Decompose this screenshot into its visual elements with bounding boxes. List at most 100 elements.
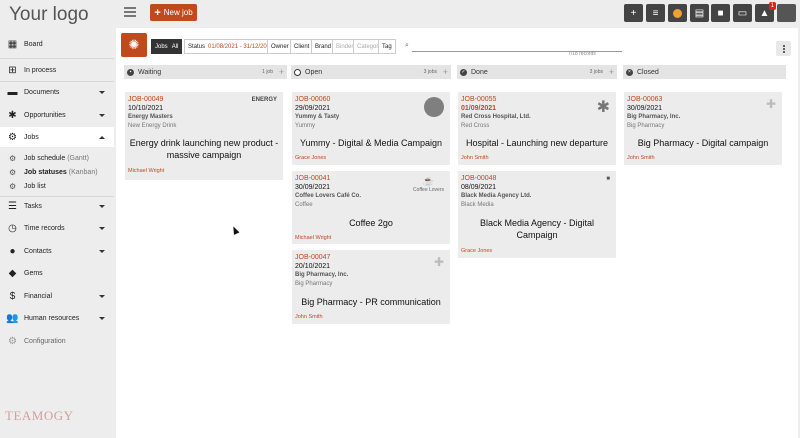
- sidebar-item-label: Time records: [24, 224, 65, 232]
- column-count: 1 job: [262, 69, 273, 75]
- sidebar-subitem-job-list[interactable]: ⚙ Job list: [0, 179, 114, 193]
- user-icon: ●: [9, 245, 16, 257]
- chevron-down-icon: [99, 226, 105, 230]
- chevron-down-icon: [99, 316, 105, 320]
- new-job-button[interactable]: + New job: [150, 4, 197, 21]
- more-menu-button[interactable]: [776, 41, 791, 56]
- filter-status-value: 01/08/2021 - 31/12/2021: [208, 43, 274, 50]
- add-icon[interactable]: +: [279, 67, 284, 77]
- chat-icon[interactable]: ▭: [733, 4, 752, 22]
- sidebar-item-label: Contacts: [24, 247, 52, 255]
- filter-client[interactable]: Client: [290, 39, 314, 54]
- sidebar-item-time-records[interactable]: ◷ Time records: [0, 218, 114, 238]
- search-icon: ⌕: [405, 42, 409, 49]
- job-client: Big Pharmacy, Inc.: [295, 272, 349, 278]
- clock-icon: ◷: [8, 222, 17, 234]
- filter-brand-label: Brand: [315, 43, 332, 50]
- black-media-logo: ■: [606, 176, 610, 182]
- subitem-extra: (Gantt): [67, 154, 90, 162]
- sidebar-item-configuration[interactable]: ⚙ Configuration: [0, 331, 114, 351]
- sidebar-item-label: Gems: [24, 269, 43, 277]
- job-card[interactable]: JOB-00048 08/09/2021 Black Media Agency …: [458, 171, 616, 258]
- chevron-up-icon: [99, 135, 105, 139]
- print-icon[interactable]: ▤: [690, 4, 709, 22]
- column-header-open: Open 3 jobs +: [291, 65, 451, 79]
- filter-status-label: Status: [188, 43, 206, 50]
- chevron-down-icon: [99, 204, 105, 208]
- chevron-down-icon: [99, 294, 105, 298]
- sitemap-icon: ⊞: [8, 64, 17, 76]
- pharmacy-cross-logo: ✚: [433, 255, 444, 269]
- job-client: Coffee Lovers Café Co.: [295, 193, 362, 199]
- job-id[interactable]: JOB-00060: [295, 96, 330, 103]
- cogs-icon: ⚙: [8, 131, 17, 143]
- job-card[interactable]: JOB-00049 10/10/2021 Energy Masters New …: [125, 92, 283, 180]
- sidebar-item-tasks[interactable]: ☰ Tasks: [0, 196, 114, 216]
- job-card[interactable]: JOB-00060 29/09/2021 Yummy & Tasty Yummy…: [292, 92, 450, 165]
- sidebar-item-label: Configuration: [24, 337, 66, 345]
- sidebar-item-contacts[interactable]: ● Contacts: [0, 241, 114, 261]
- client-logo-text: Coffee Lovers: [412, 187, 444, 193]
- top-header: Your logo + New job + ≡ ▤ ■ ▭ ▲ 1: [0, 0, 800, 28]
- job-id[interactable]: JOB-00048: [461, 175, 496, 182]
- sidebar-subitem-job-schedule[interactable]: ⚙ Job schedule (Gantt): [0, 151, 114, 165]
- filter-jobs[interactable]: Jobs All: [151, 39, 183, 54]
- notification-badge: 1: [768, 2, 776, 10]
- cogs-icon[interactable]: ✺: [121, 33, 147, 57]
- teamogy-logo: TEAMOGY: [5, 408, 74, 423]
- hamburger-icon[interactable]: [124, 7, 136, 17]
- job-id[interactable]: JOB-00063: [627, 96, 662, 103]
- job-card[interactable]: JOB-00047 20/10/2021 Big Pharmacy, Inc. …: [292, 250, 450, 324]
- cog-icon: ⚙: [9, 153, 17, 163]
- notes-icon[interactable]: ≡: [646, 4, 665, 22]
- filter-tag[interactable]: Tag: [378, 39, 396, 54]
- filter-status[interactable]: Status 01/08/2021 - 31/12/2021: [184, 39, 278, 54]
- records-count: 7/18 records: [568, 51, 596, 57]
- job-id[interactable]: JOB-00041: [295, 175, 330, 182]
- add-icon[interactable]: +: [443, 67, 448, 77]
- sidebar-item-board[interactable]: ▦ Board: [0, 34, 114, 54]
- job-card[interactable]: JOB-00041 30/09/2021 Coffee Lovers Café …: [292, 171, 450, 244]
- sidebar-item-documents[interactable]: ▬ Documents: [0, 82, 114, 102]
- subitem-label: Job list: [24, 182, 46, 190]
- sidebar-item-label: Opportunities: [24, 111, 66, 119]
- job-card[interactable]: JOB-00063 30/09/2021 Big Pharmacy, Inc. …: [624, 92, 782, 165]
- sidebar-item-jobs[interactable]: ⚙ Jobs: [0, 127, 114, 147]
- client-logo: [424, 97, 444, 117]
- main-content: ✺ Jobs All Status 01/08/2021 - 31/12/202…: [116, 28, 798, 438]
- job-owner: Grace Jones: [461, 248, 493, 254]
- job-date: 08/09/2021: [461, 184, 497, 191]
- job-client: Yummy & Tasty: [295, 114, 340, 120]
- sidebar-item-gems[interactable]: ◆ Gems: [0, 263, 114, 283]
- job-card[interactable]: JOB-00055 01/09/2021 Red Cross Hospital,…: [458, 92, 616, 165]
- divider: [0, 58, 114, 59]
- sidebar-item-opportunities[interactable]: ✱ Opportunities: [0, 105, 114, 125]
- column-name: Closed: [637, 68, 659, 76]
- sidebar-item-human-resources[interactable]: 👥 Human resources: [0, 308, 114, 328]
- pause-icon: ▪: [127, 68, 134, 76]
- sidebar-item-in-process[interactable]: ⊞ In process: [0, 60, 114, 80]
- folder-icon: ▬: [7, 86, 18, 98]
- sidebar: ▦ Board ⊞ In process ▬ Documents ✱ Oppor…: [0, 28, 116, 438]
- column-header-waiting: ▪ Waiting 1 job +: [124, 65, 287, 79]
- app-logo[interactable]: Your logo: [9, 4, 89, 26]
- filter-owner[interactable]: Owner: [267, 39, 293, 54]
- new-job-label: New job: [163, 8, 193, 17]
- job-id[interactable]: JOB-00047: [295, 254, 330, 261]
- avatar[interactable]: [777, 4, 796, 22]
- job-owner: John Smith: [295, 314, 323, 320]
- chevron-down-icon: [99, 90, 105, 94]
- add-icon[interactable]: +: [609, 67, 614, 77]
- video-icon[interactable]: ■: [711, 4, 730, 22]
- add-icon[interactable]: +: [624, 4, 643, 22]
- timer-icon[interactable]: [668, 4, 687, 22]
- sidebar-item-financial[interactable]: $ Financial: [0, 286, 114, 306]
- sidebar-subitem-job-statuses[interactable]: ⚙ Job statuses (Kanban): [0, 165, 114, 179]
- sidebar-item-label: Jobs: [24, 133, 39, 141]
- job-date: 30/09/2021: [295, 184, 331, 191]
- column-name: Waiting: [138, 68, 162, 76]
- check-icon: ✓: [460, 68, 467, 76]
- job-id[interactable]: JOB-00055: [461, 96, 496, 103]
- bell-icon[interactable]: ▲ 1: [755, 2, 776, 22]
- job-id[interactable]: JOB-00049: [128, 96, 163, 103]
